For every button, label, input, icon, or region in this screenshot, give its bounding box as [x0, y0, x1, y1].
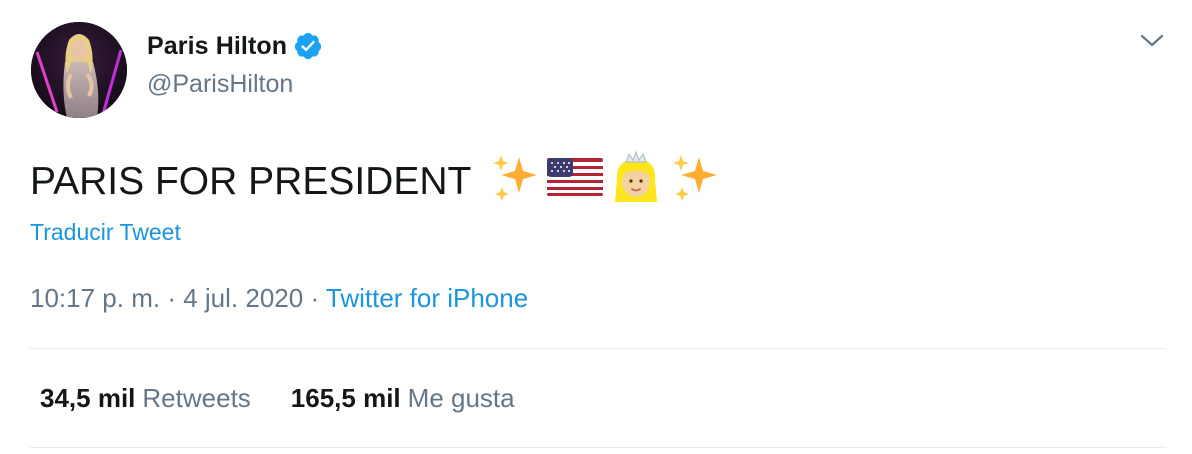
divider	[30, 348, 1166, 349]
likes-stat[interactable]: 165,5 mil Me gusta	[291, 383, 515, 414]
author-name-row[interactable]: Paris Hilton	[147, 30, 323, 62]
tweet-text: PARIS FOR PRESIDENT	[30, 150, 721, 214]
meta-separator: ·	[167, 283, 176, 313]
translate-tweet-link[interactable]: Traducir Tweet	[30, 219, 181, 246]
us-flag-emoji-icon	[547, 156, 604, 208]
princess-emoji-icon	[609, 150, 663, 214]
tweet-time[interactable]: 10:17 p. m.	[30, 283, 160, 313]
sparkles-emoji-icon	[489, 151, 541, 213]
author-handle[interactable]: @ParisHilton	[147, 70, 293, 99]
tweet-date[interactable]: 4 jul. 2020	[183, 283, 303, 313]
tweet-source-link[interactable]: Twitter for iPhone	[326, 283, 528, 313]
display-name[interactable]: Paris Hilton	[147, 32, 287, 61]
retweets-stat[interactable]: 34,5 mil Retweets	[40, 383, 251, 414]
emoji-row	[489, 150, 721, 214]
retweets-label: Retweets	[142, 383, 251, 413]
retweets-count: 34,5 mil	[40, 383, 136, 413]
meta-separator: ·	[310, 283, 320, 313]
tweet-meta: 10:17 p. m. · 4 jul. 2020 · Twitter for …	[30, 283, 528, 314]
likes-count: 165,5 mil	[290, 383, 401, 413]
tweet-stats: 34,5 mil Retweets 165,5 mil Me gusta	[40, 383, 555, 414]
sparkles-emoji-icon	[669, 151, 721, 213]
likes-label: Me gusta	[407, 383, 515, 413]
divider	[30, 447, 1166, 448]
verified-badge-icon	[293, 31, 323, 61]
chevron-down-icon[interactable]	[1136, 30, 1168, 52]
avatar[interactable]	[31, 22, 127, 118]
profile-photo	[31, 22, 127, 118]
tweet-body: PARIS FOR PRESIDENT	[30, 160, 472, 203]
